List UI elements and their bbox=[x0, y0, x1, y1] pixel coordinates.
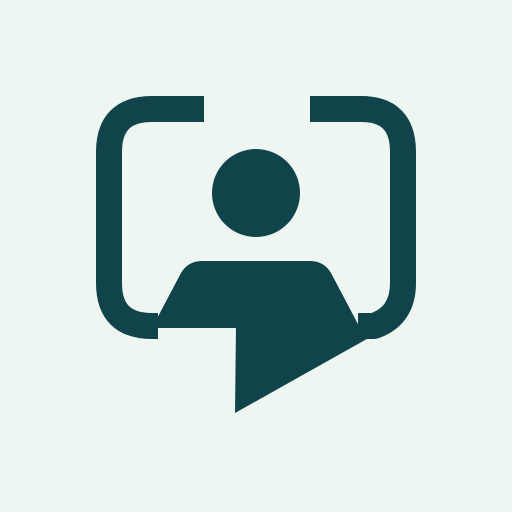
app-icon-canvas bbox=[0, 0, 512, 512]
speech-bubble-tail bbox=[235, 326, 390, 413]
person-body bbox=[152, 261, 360, 328]
person-head bbox=[212, 149, 300, 237]
person-in-speech-bubble-icon bbox=[96, 96, 416, 413]
